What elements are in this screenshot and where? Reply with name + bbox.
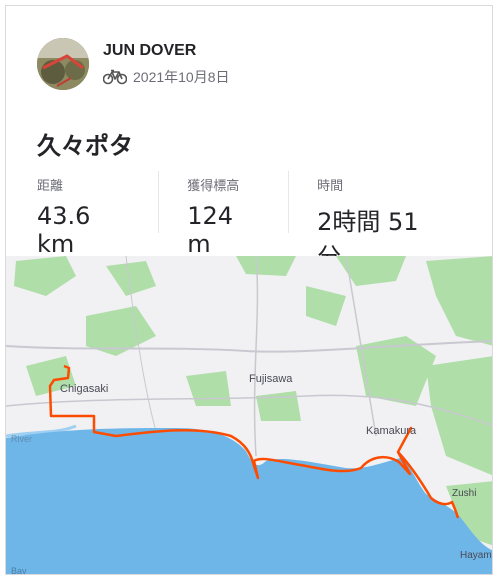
map-label-bay: Bay [11, 566, 27, 575]
stat-elevation: 獲得標高 124 m [187, 171, 290, 258]
map-label-river: River [11, 434, 32, 444]
bicycle-icon [102, 69, 128, 85]
avatar[interactable] [37, 38, 89, 90]
map-label-kamakura: Kamakura [366, 425, 417, 437]
route-map[interactable]: Chigasaki Fujisawa Kamakura Zushi Hayam … [6, 255, 492, 575]
stat-time: 時間 2時間 51分 [317, 171, 464, 271]
stat-distance: 距離 43.6 km [37, 171, 160, 258]
activity-date: 2021年10月8日 [133, 69, 230, 85]
stat-value: 43.6 km [37, 202, 91, 258]
map-label-hayama: Hayam [460, 550, 492, 561]
stat-label: 距離 [37, 179, 64, 194]
activity-card[interactable]: JUN DOVER 2021年10月8日 久々ポタ 距離 43.6 km 獲得標… [5, 5, 493, 575]
stats-row: 距離 43.6 km 獲得標高 124 m 時間 2時間 51分 [37, 171, 492, 271]
map-label-zushi: Zushi [452, 488, 476, 499]
stat-label: 獲得標高 [187, 179, 240, 194]
activity-title[interactable]: 久々ポタ [37, 126, 133, 161]
map-label-chigasaki: Chigasaki [60, 383, 108, 395]
activity-meta: 2021年10月8日 [102, 67, 230, 87]
athlete-name[interactable]: JUN DOVER [103, 42, 196, 60]
map-label-fujisawa: Fujisawa [249, 373, 293, 385]
stat-label: 時間 [317, 179, 344, 194]
stat-value: 124 m [187, 202, 234, 258]
